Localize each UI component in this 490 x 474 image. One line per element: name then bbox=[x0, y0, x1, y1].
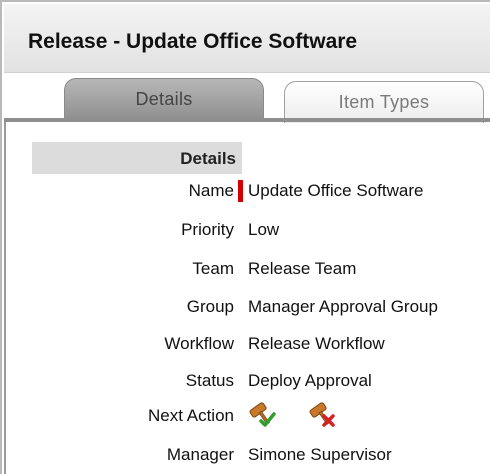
field-value-workflow: Release Workflow bbox=[248, 334, 385, 353]
field-row-next-action: Next Action bbox=[2, 399, 490, 433]
field-label-group: Group bbox=[186, 297, 234, 316]
field-label-workflow: Workflow bbox=[164, 334, 234, 353]
gavel-approve-icon[interactable] bbox=[247, 399, 277, 429]
gavel-reject-icon[interactable] bbox=[307, 399, 337, 429]
field-value-name: Update Office Software bbox=[248, 181, 424, 200]
field-label-name: Name bbox=[188, 181, 234, 200]
tab-details-label: Details bbox=[135, 89, 193, 109]
field-label-manager: Manager bbox=[166, 445, 234, 464]
title-bar: Release - Update Office Software bbox=[4, 4, 490, 73]
window-title: Release - Update Office Software bbox=[28, 30, 358, 53]
field-row-group: Group Manager Approval Group bbox=[2, 290, 490, 324]
tab-item-types-label: Item Types bbox=[338, 92, 430, 112]
field-value-status: Deploy Approval bbox=[248, 371, 372, 390]
tab-strip bbox=[4, 118, 490, 122]
field-value-priority: Low bbox=[248, 220, 280, 239]
section-header-label: Details bbox=[180, 149, 236, 168]
field-label-team: Team bbox=[192, 259, 234, 278]
release-window: Release - Update Office Software Details… bbox=[0, 0, 490, 474]
field-value-team: Release Team bbox=[248, 259, 357, 278]
field-label-next-action: Next Action bbox=[148, 406, 234, 425]
field-row-status: Status Deploy Approval bbox=[2, 364, 490, 398]
field-row-name: Name Update Office Software bbox=[2, 174, 490, 208]
field-row-team: Team Release Team bbox=[2, 252, 490, 286]
section-header: Details bbox=[32, 142, 242, 174]
field-row-priority: Priority Low bbox=[2, 213, 490, 247]
field-row-workflow: Workflow Release Workflow bbox=[2, 327, 490, 361]
field-value-group: Manager Approval Group bbox=[248, 297, 438, 316]
tab-item-types[interactable]: Item Types bbox=[284, 81, 484, 123]
field-row-manager: Manager Simone Supervisor bbox=[2, 438, 490, 472]
tab-details[interactable]: Details bbox=[64, 78, 264, 120]
field-value-manager: Simone Supervisor bbox=[248, 445, 392, 464]
field-label-priority: Priority bbox=[181, 220, 234, 239]
required-marker bbox=[238, 180, 243, 202]
field-label-status: Status bbox=[185, 371, 234, 390]
